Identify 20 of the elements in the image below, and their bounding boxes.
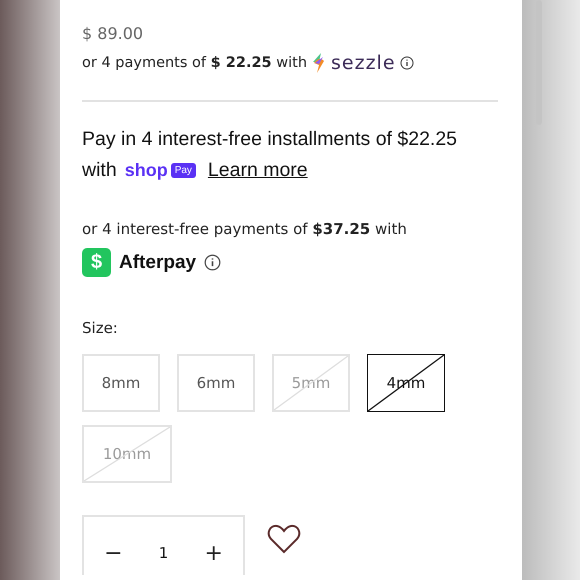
afterpay-logo: Afterpay <box>119 252 196 274</box>
quantity-value: 1 <box>158 544 168 562</box>
sezzle-logo: sezzle <box>331 52 396 74</box>
price: $ 89.00 <box>82 23 144 45</box>
shop-logo: shop <box>124 160 168 181</box>
installment-text: Pay in 4 interest-free installments of $22.25 <box>82 127 458 152</box>
size-option[interactable]: 6mm <box>177 354 255 412</box>
with-text: with <box>82 158 117 183</box>
pay-badge: Pay <box>170 163 196 178</box>
heart-icon[interactable] <box>267 523 301 555</box>
learn-more-link[interactable]: Learn more <box>208 159 308 182</box>
cash-app-icon: $ <box>82 248 111 277</box>
info-icon[interactable] <box>204 254 222 271</box>
increase-button[interactable]: + <box>200 540 227 566</box>
size-label: Size: <box>82 319 119 337</box>
installment-text: or 4 payments of $ 22.25 with <box>82 55 308 71</box>
installment-text: or 4 interest-free payments of $37.25 with <box>82 220 408 238</box>
decrease-button[interactable]: − <box>100 540 127 566</box>
info-icon[interactable] <box>400 56 414 70</box>
size-option[interactable]: 8mm <box>82 354 160 412</box>
